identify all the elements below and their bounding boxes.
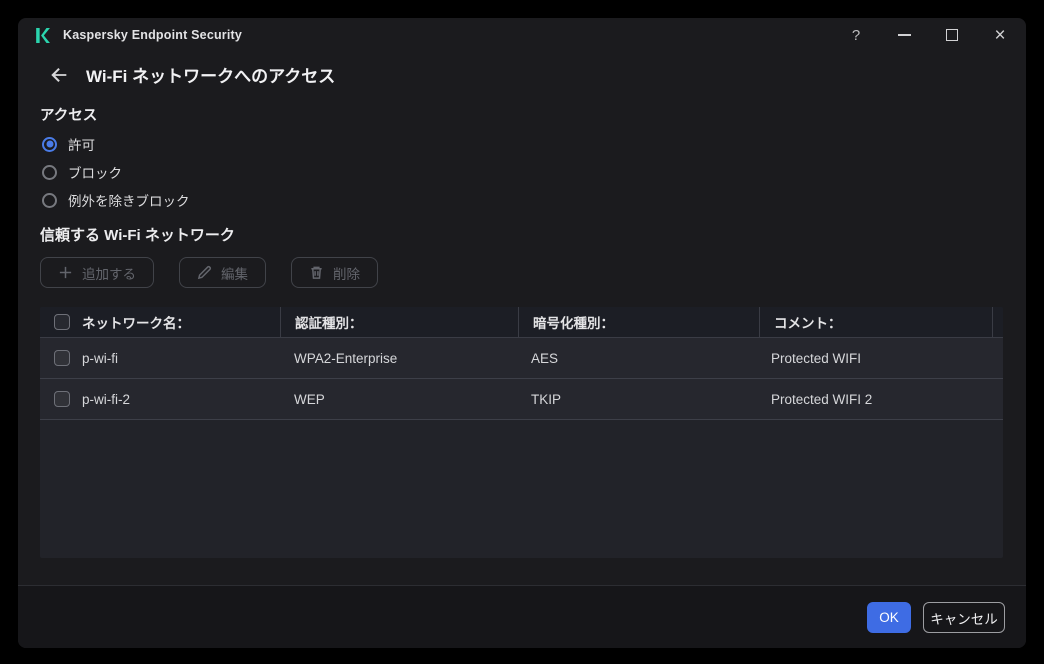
radio-allow-label: 許可: [68, 138, 95, 153]
app-title: Kaspersky Endpoint Security: [63, 28, 243, 42]
radio-icon: [42, 136, 57, 152]
select-all-checkbox[interactable]: [54, 314, 70, 330]
cell-encryption-type: AES: [530, 350, 558, 366]
dialog-footer: OK キャンセル: [18, 585, 1026, 648]
radio-block[interactable]: ブロック: [42, 158, 190, 186]
delete-button-label: 削除: [333, 266, 360, 282]
minimize-button[interactable]: [888, 20, 920, 50]
cell-auth-type: WEP: [293, 391, 325, 407]
edit-button[interactable]: 編集: [179, 257, 266, 288]
cancel-button[interactable]: キャンセル: [923, 602, 1005, 633]
radio-block-except[interactable]: 例外を除きブロック: [42, 186, 190, 214]
header-end-spacer: [993, 307, 1003, 337]
minimize-icon: [897, 34, 911, 36]
cell-encryption-type: TKIP: [530, 391, 561, 407]
page-title: Wi-Fi ネットワークへのアクセス: [86, 67, 336, 86]
table-toolbar: 追加する 編集 削除: [40, 257, 378, 288]
cell-end-spacer: [989, 379, 1003, 419]
cell-network-name: p-wi-fi-2: [82, 391, 131, 407]
radio-allow[interactable]: 許可: [42, 130, 190, 158]
title-bar: Kaspersky Endpoint Security ? ×: [18, 18, 1026, 52]
back-arrow-icon[interactable]: [48, 64, 70, 86]
table-body: p-wi-fi WPA2-Enterprise AES Protected WI…: [40, 338, 1003, 420]
add-button[interactable]: 追加する: [40, 257, 154, 288]
delete-button[interactable]: 削除: [291, 257, 378, 288]
radio-icon: [42, 164, 57, 180]
maximize-icon: [946, 29, 958, 41]
plus-icon: [59, 266, 72, 279]
trusted-networks-label: 信頼する Wi-Fi ネットワーク: [40, 227, 235, 244]
header-comment: コメント：: [760, 307, 993, 337]
row-checkbox[interactable]: [54, 350, 70, 366]
radio-block-except-label: 例外を除きブロック: [68, 194, 190, 209]
close-button[interactable]: ×: [984, 20, 1016, 50]
trash-icon: [311, 266, 322, 279]
table-row[interactable]: p-wi-fi WPA2-Enterprise AES Protected WI…: [40, 338, 1003, 379]
radio-icon: [42, 192, 57, 208]
cell-network-name: p-wi-fi: [82, 350, 118, 366]
table-header-row: ネットワーク名： 認証種別： 暗号化種別： コメント：: [40, 307, 1003, 338]
cell-auth-type: WPA2-Enterprise: [293, 350, 398, 366]
header-network-name: ネットワーク名：: [40, 307, 281, 337]
page-header: Wi-Fi ネットワークへのアクセス: [48, 62, 335, 87]
row-checkbox[interactable]: [54, 391, 70, 407]
kaspersky-dialog-window: Kaspersky Endpoint Security ? × Wi-Fi ネッ…: [18, 18, 1026, 648]
access-section-label: アクセス: [40, 108, 98, 124]
cell-end-spacer: [989, 338, 1003, 378]
edit-button-label: 編集: [221, 266, 248, 282]
kaspersky-logo-icon: [36, 27, 50, 43]
maximize-button[interactable]: [936, 20, 968, 50]
cell-comment: Protected WIFI 2: [770, 391, 873, 407]
header-encryption-type: 暗号化種別：: [519, 307, 760, 337]
radio-block-label: ブロック: [68, 166, 122, 181]
header-auth-type: 認証種別：: [281, 307, 519, 337]
add-button-label: 追加する: [82, 266, 136, 282]
help-button[interactable]: ?: [840, 20, 872, 50]
cell-comment: Protected WIFI: [770, 350, 861, 366]
access-radio-group: 許可 ブロック 例外を除きブロック: [42, 130, 190, 214]
header-network-name-label: ネットワーク名：: [82, 316, 190, 331]
ok-button[interactable]: OK: [867, 602, 911, 633]
trusted-networks-table: ネットワーク名： 認証種別： 暗号化種別： コメント： p-wi-fi WPA2…: [40, 307, 1003, 558]
table-row[interactable]: p-wi-fi-2 WEP TKIP Protected WIFI 2: [40, 379, 1003, 420]
pencil-icon: [197, 265, 212, 280]
